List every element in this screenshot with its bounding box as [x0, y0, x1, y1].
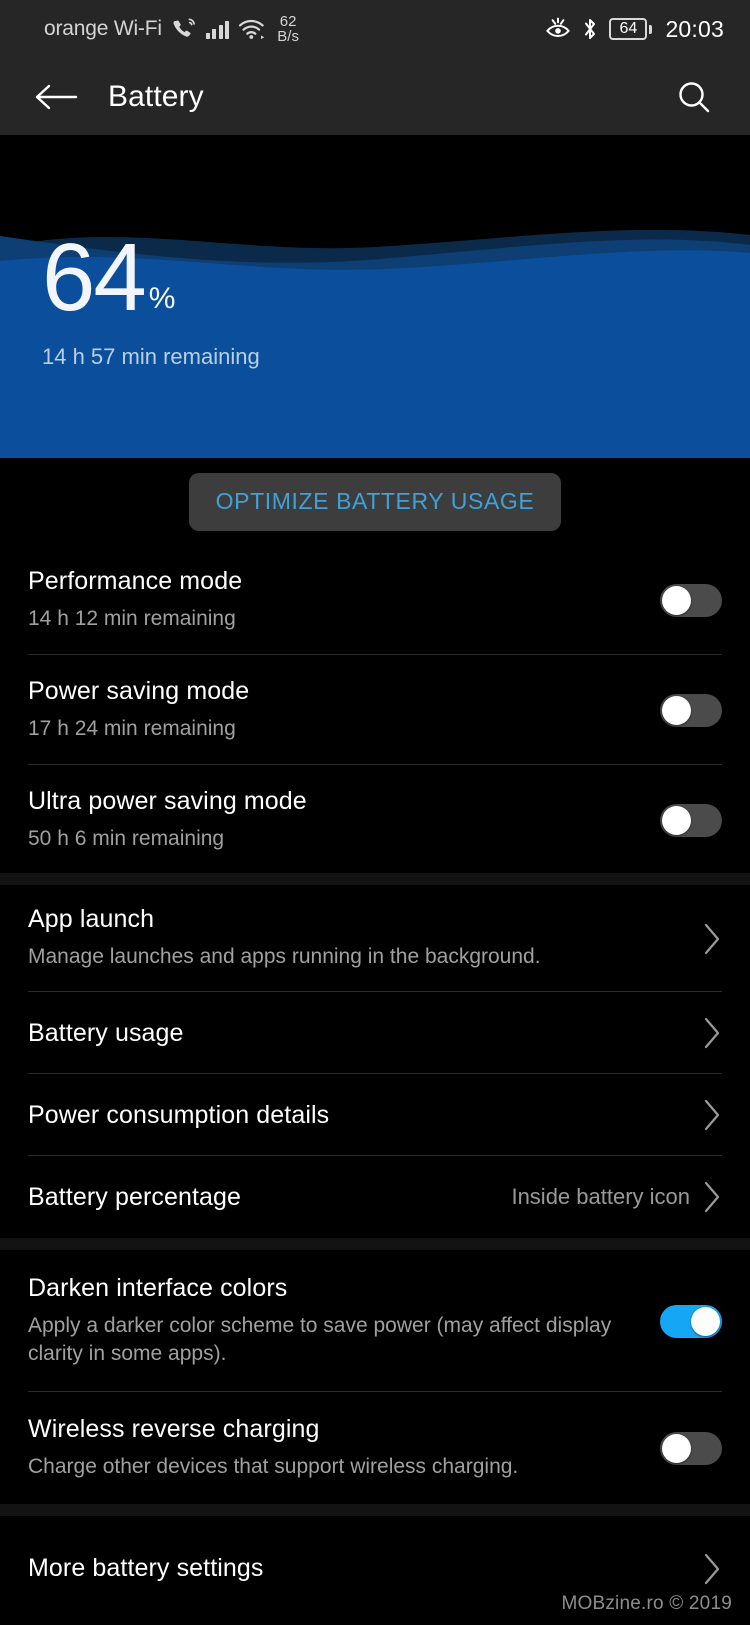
- chevron-right-icon: [702, 1098, 722, 1132]
- row-title: Performance mode: [28, 566, 243, 595]
- battery-level-hero: 64 % 14 h 57 min remaining: [0, 135, 750, 458]
- battery-modes-section: Performance mode 14 h 12 min remaining P…: [0, 545, 750, 875]
- row-title: Darken interface colors: [28, 1273, 288, 1302]
- row-title: More battery settings: [28, 1554, 264, 1582]
- app-bar: Battery: [0, 58, 750, 135]
- battery-status-icon: 64: [609, 18, 653, 40]
- power-saving-mode-toggle[interactable]: [660, 693, 722, 727]
- row-subtitle: Apply a darker color scheme to save powe…: [28, 1313, 612, 1365]
- battery-settings-screen: orange Wi-Fi 62 B/s 64 20:03 Battery 64 …: [0, 0, 750, 1625]
- chevron-right-icon: [702, 1552, 722, 1586]
- row-darken-interface-colors[interactable]: Darken interface colors Apply a darker c…: [0, 1250, 750, 1392]
- search-button[interactable]: [666, 69, 722, 125]
- bluetooth-icon: [582, 17, 598, 41]
- row-power-saving-mode[interactable]: Power saving mode 17 h 24 min remaining: [0, 655, 750, 765]
- call-over-wifi-icon: [171, 17, 197, 41]
- row-ultra-power-saving-mode[interactable]: Ultra power saving mode 50 h 6 min remai…: [0, 765, 750, 875]
- clock-label: 20:03: [665, 15, 724, 42]
- carrier-label: orange Wi-Fi: [44, 17, 162, 40]
- search-icon: [675, 78, 713, 116]
- row-title: Ultra power saving mode: [28, 786, 307, 815]
- optimize-button-container: OPTIMIZE BATTERY USAGE: [0, 458, 750, 531]
- back-button[interactable]: [28, 69, 84, 125]
- battery-percent-display: 64 %: [42, 224, 260, 331]
- battery-percent-value: 64: [42, 224, 147, 331]
- section-separator: [0, 1504, 750, 1516]
- row-title: Battery percentage: [28, 1182, 242, 1211]
- section-separator: [0, 873, 750, 885]
- row-title: Power saving mode: [28, 676, 250, 705]
- row-subtitle: Manage launches and apps running in the …: [28, 945, 541, 969]
- wifi-icon: [238, 18, 266, 40]
- ultra-power-saving-mode-toggle[interactable]: [660, 803, 722, 837]
- data-rate-value: 62: [279, 12, 297, 30]
- status-bar: orange Wi-Fi 62 B/s 64 20:03: [0, 0, 750, 58]
- row-battery-percentage[interactable]: Battery percentage Inside battery icon: [0, 1156, 750, 1238]
- row-subtitle: 14 h 12 min remaining: [28, 606, 236, 630]
- chevron-right-icon: [702, 922, 722, 956]
- battery-level-label: 64: [619, 20, 638, 37]
- row-wireless-reverse-charging[interactable]: Wireless reverse charging Charge other d…: [0, 1392, 750, 1504]
- performance-mode-toggle[interactable]: [660, 583, 722, 617]
- battery-switches-section: Darken interface colors Apply a darker c…: [0, 1250, 750, 1504]
- watermark-label: MOBzine.ro © 2019: [561, 1593, 732, 1614]
- row-performance-mode[interactable]: Performance mode 14 h 12 min remaining: [0, 545, 750, 655]
- data-rate-indicator: 62 B/s: [277, 12, 299, 45]
- row-subtitle: Charge other devices that support wirele…: [28, 1454, 519, 1478]
- darken-interface-colors-toggle[interactable]: [660, 1304, 722, 1338]
- status-bar-left: orange Wi-Fi 62 B/s: [44, 12, 545, 45]
- status-bar-right: 64 20:03: [545, 16, 724, 43]
- cellular-signal-icon: [205, 19, 230, 39]
- row-subtitle: 17 h 24 min remaining: [28, 716, 236, 740]
- row-subtitle: 50 h 6 min remaining: [28, 826, 225, 850]
- chevron-right-icon: [702, 1180, 722, 1214]
- row-title: Power consumption details: [28, 1100, 330, 1129]
- data-rate-unit: B/s: [277, 28, 299, 45]
- row-power-consumption-details[interactable]: Power consumption details: [0, 1074, 750, 1156]
- page-title: Battery: [108, 79, 204, 113]
- wireless-reverse-charging-toggle[interactable]: [660, 1431, 722, 1465]
- row-title: Wireless reverse charging: [28, 1414, 320, 1443]
- row-title: Battery usage: [28, 1018, 184, 1047]
- row-app-launch[interactable]: App launch Manage launches and apps runn…: [0, 885, 750, 992]
- battery-remaining-label: 14 h 57 min remaining: [42, 343, 260, 369]
- row-battery-usage[interactable]: Battery usage: [0, 992, 750, 1074]
- back-arrow-icon: [34, 81, 78, 113]
- battery-percentage-value: Inside battery icon: [511, 1184, 690, 1209]
- row-title: App launch: [28, 905, 155, 934]
- battery-percent-symbol: %: [148, 282, 176, 316]
- optimize-battery-usage-button[interactable]: OPTIMIZE BATTERY USAGE: [188, 473, 562, 531]
- section-separator: [0, 1238, 750, 1250]
- battery-links-section: App launch Manage launches and apps runn…: [0, 885, 750, 1238]
- battery-hero-text: 64 % 14 h 57 min remaining: [42, 224, 260, 370]
- chevron-right-icon: [702, 1016, 722, 1050]
- eye-comfort-icon: [545, 17, 571, 41]
